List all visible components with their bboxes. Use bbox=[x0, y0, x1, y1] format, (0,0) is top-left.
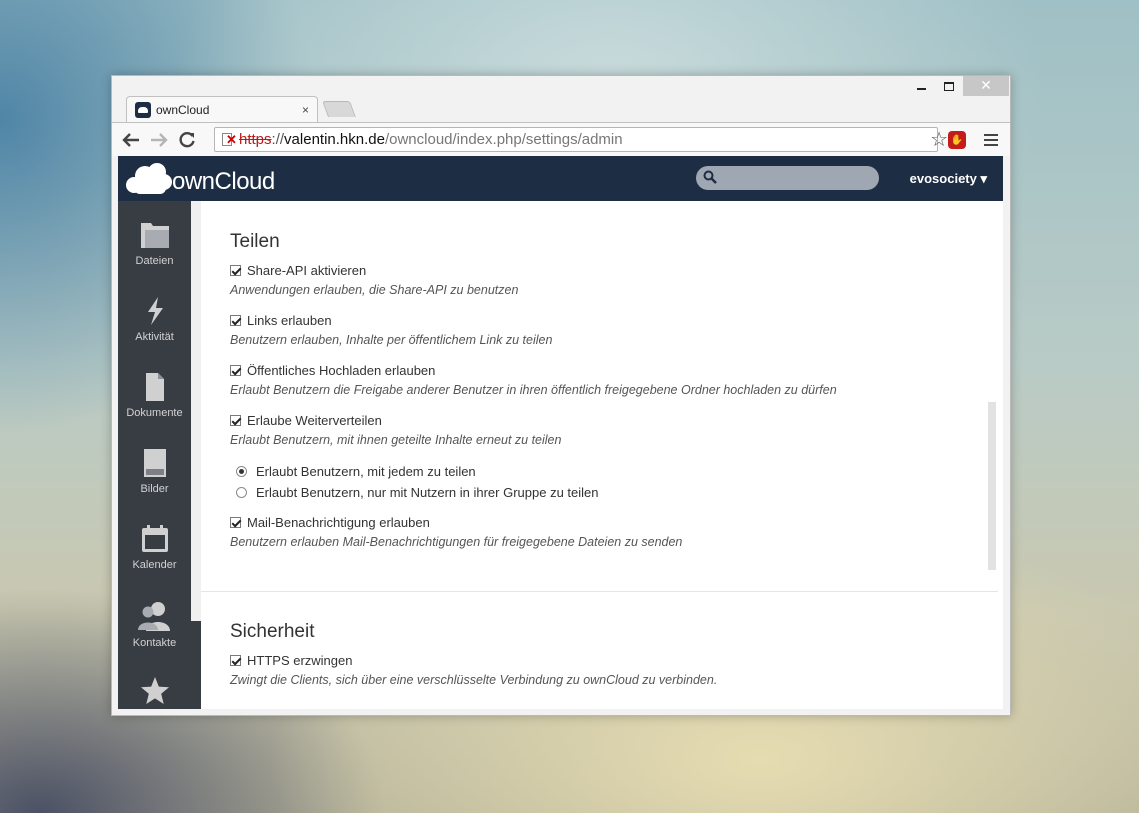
back-arrow-icon bbox=[122, 133, 139, 147]
nav-item-pictures[interactable]: Bilder bbox=[118, 429, 191, 505]
tab-close-button[interactable]: × bbox=[302, 103, 309, 117]
public-upload-checkbox[interactable]: Öffentliches Hochladen erlauben bbox=[230, 363, 435, 378]
back-button[interactable] bbox=[120, 129, 142, 151]
nav-item-files[interactable]: Dateien bbox=[118, 201, 191, 277]
contacts-icon bbox=[137, 602, 170, 631]
bookmark-star-icon[interactable]: ☆ bbox=[930, 129, 948, 149]
option-label: Share-API aktivieren bbox=[247, 263, 367, 278]
user-menu[interactable]: evosociety ▾ bbox=[910, 171, 987, 187]
nav-label: Bilder bbox=[140, 483, 169, 495]
calendar-icon bbox=[141, 525, 168, 552]
page-viewport: ownCloud evosociety ▾ Dateien Aktivität … bbox=[118, 156, 1003, 709]
tab-strip: ownCloud × bbox=[112, 96, 1010, 122]
maximize-icon bbox=[944, 81, 954, 91]
lightning-icon bbox=[147, 297, 163, 325]
owncloud-header: ownCloud evosociety ▾ bbox=[118, 156, 1003, 201]
nav-item-documents[interactable]: Dokumente bbox=[118, 353, 191, 429]
window-controls: ✕ bbox=[907, 76, 1009, 98]
radio[interactable] bbox=[236, 487, 247, 498]
url-separator: :// bbox=[271, 131, 285, 148]
resharing-checkbox[interactable]: Erlaube Weiterverteilen bbox=[230, 413, 382, 428]
checkbox[interactable] bbox=[230, 415, 241, 426]
app-navigation: Dateien Aktivität Dokumente Bilder Kalen… bbox=[118, 201, 191, 709]
settings-content: Teilen Share-API aktivieren Anwendungen … bbox=[201, 201, 998, 709]
share-with-group-radio[interactable]: Erlaubt Benutzern, nur mit Nutzern in ih… bbox=[236, 485, 599, 500]
reload-button[interactable] bbox=[176, 129, 198, 151]
option-label: Öffentliches Hochladen erlauben bbox=[247, 363, 436, 378]
content-gutter-dark bbox=[191, 621, 201, 709]
cloud-logo-icon bbox=[126, 161, 172, 195]
image-icon bbox=[143, 449, 166, 477]
insecure-lock-icon: ✕ bbox=[221, 132, 237, 148]
star-icon bbox=[140, 677, 169, 704]
owncloud-favicon-icon bbox=[135, 101, 151, 118]
option-hint: Erlaubt Benutzern, mit ihnen geteilte In… bbox=[230, 433, 562, 447]
reload-icon bbox=[179, 131, 195, 148]
folder-icon bbox=[140, 223, 169, 248]
url-scheme: https bbox=[239, 131, 272, 148]
document-icon bbox=[145, 373, 164, 401]
option-label: Links erlauben bbox=[247, 313, 332, 328]
tab-owncloud[interactable]: ownCloud × bbox=[126, 96, 318, 122]
radio[interactable] bbox=[236, 466, 247, 477]
forward-arrow-icon bbox=[151, 133, 168, 147]
minimize-icon bbox=[916, 88, 926, 90]
nav-label: Dateien bbox=[135, 255, 174, 267]
checkbox[interactable] bbox=[230, 517, 241, 528]
maximize-button[interactable] bbox=[935, 76, 963, 96]
tab-title: ownCloud bbox=[156, 102, 210, 117]
nav-item-calendar[interactable]: Kalender bbox=[118, 505, 191, 581]
new-tab-button[interactable] bbox=[322, 101, 356, 117]
option-hint: Zwingt die Clients, sich über eine versc… bbox=[230, 673, 718, 687]
nav-label: Kalender bbox=[132, 559, 177, 571]
option-hint: Benutzern erlauben Mail-Benachrichtigung… bbox=[230, 535, 683, 549]
option-hint: Benutzern erlauben, Inhalte per öffentli… bbox=[230, 333, 553, 347]
option-label: Erlaube Weiterverteilen bbox=[247, 413, 382, 428]
nav-item-activity[interactable]: Aktivität bbox=[118, 277, 191, 353]
logo-text: ownCloud bbox=[172, 168, 275, 195]
option-hint: Anwendungen erlauben, die Share-API zu b… bbox=[230, 283, 519, 297]
owncloud-logo[interactable]: ownCloud bbox=[126, 160, 275, 196]
nav-item-contacts[interactable]: Kontakte bbox=[118, 581, 191, 657]
minimize-button[interactable] bbox=[907, 76, 935, 96]
option-label: Erlaubt Benutzern, mit jedem zu teilen bbox=[256, 464, 476, 479]
mail-notification-checkbox[interactable]: Mail-Benachrichtigung erlauben bbox=[230, 515, 430, 530]
url-path: /owncloud/index.php/settings/admin bbox=[384, 131, 623, 148]
address-bar[interactable]: ✕ https://valentin.hkn.de/owncloud/index… bbox=[214, 127, 938, 152]
browser-window: ✕ ownCloud × ✕ https://valentin.hkn.de/o… bbox=[111, 75, 1011, 716]
section-title-sharing: Teilen bbox=[230, 231, 280, 252]
close-icon: ✕ bbox=[980, 78, 992, 94]
nav-label: Aktivität bbox=[135, 331, 174, 343]
force-https-checkbox[interactable]: HTTPS erzwingen bbox=[230, 653, 352, 668]
adblock-icon[interactable]: ✋ bbox=[948, 131, 966, 149]
browser-toolbar: ✕ https://valentin.hkn.de/owncloud/index… bbox=[112, 122, 1010, 156]
checkbox[interactable] bbox=[230, 655, 241, 666]
checkbox[interactable] bbox=[230, 315, 241, 326]
scrollbar-thumb[interactable] bbox=[988, 402, 996, 570]
option-label: HTTPS erzwingen bbox=[247, 653, 353, 668]
section-title-security: Sicherheit bbox=[230, 621, 315, 642]
section-divider bbox=[201, 591, 998, 592]
close-window-button[interactable]: ✕ bbox=[963, 76, 1009, 96]
option-label: Mail-Benachrichtigung erlauben bbox=[247, 515, 430, 530]
search-input[interactable] bbox=[696, 166, 879, 190]
browser-menu-icon[interactable] bbox=[984, 134, 998, 146]
checkbox[interactable] bbox=[230, 265, 241, 276]
forward-button[interactable] bbox=[148, 129, 170, 151]
option-label: Erlaubt Benutzern, nur mit Nutzern in ih… bbox=[256, 485, 599, 500]
share-api-checkbox[interactable]: Share-API aktivieren bbox=[230, 263, 366, 278]
url-host: valentin.hkn.de bbox=[284, 131, 385, 148]
nav-item-favorites[interactable] bbox=[118, 657, 191, 709]
nav-label: Kontakte bbox=[132, 637, 177, 649]
share-with-everyone-radio[interactable]: Erlaubt Benutzern, mit jedem zu teilen bbox=[236, 464, 476, 479]
option-hint: Erlaubt Benutzern die Freigabe anderer B… bbox=[230, 383, 837, 397]
links-checkbox[interactable]: Links erlauben bbox=[230, 313, 332, 328]
search-icon bbox=[703, 170, 717, 184]
nav-label: Dokumente bbox=[126, 407, 183, 419]
checkbox[interactable] bbox=[230, 365, 241, 376]
